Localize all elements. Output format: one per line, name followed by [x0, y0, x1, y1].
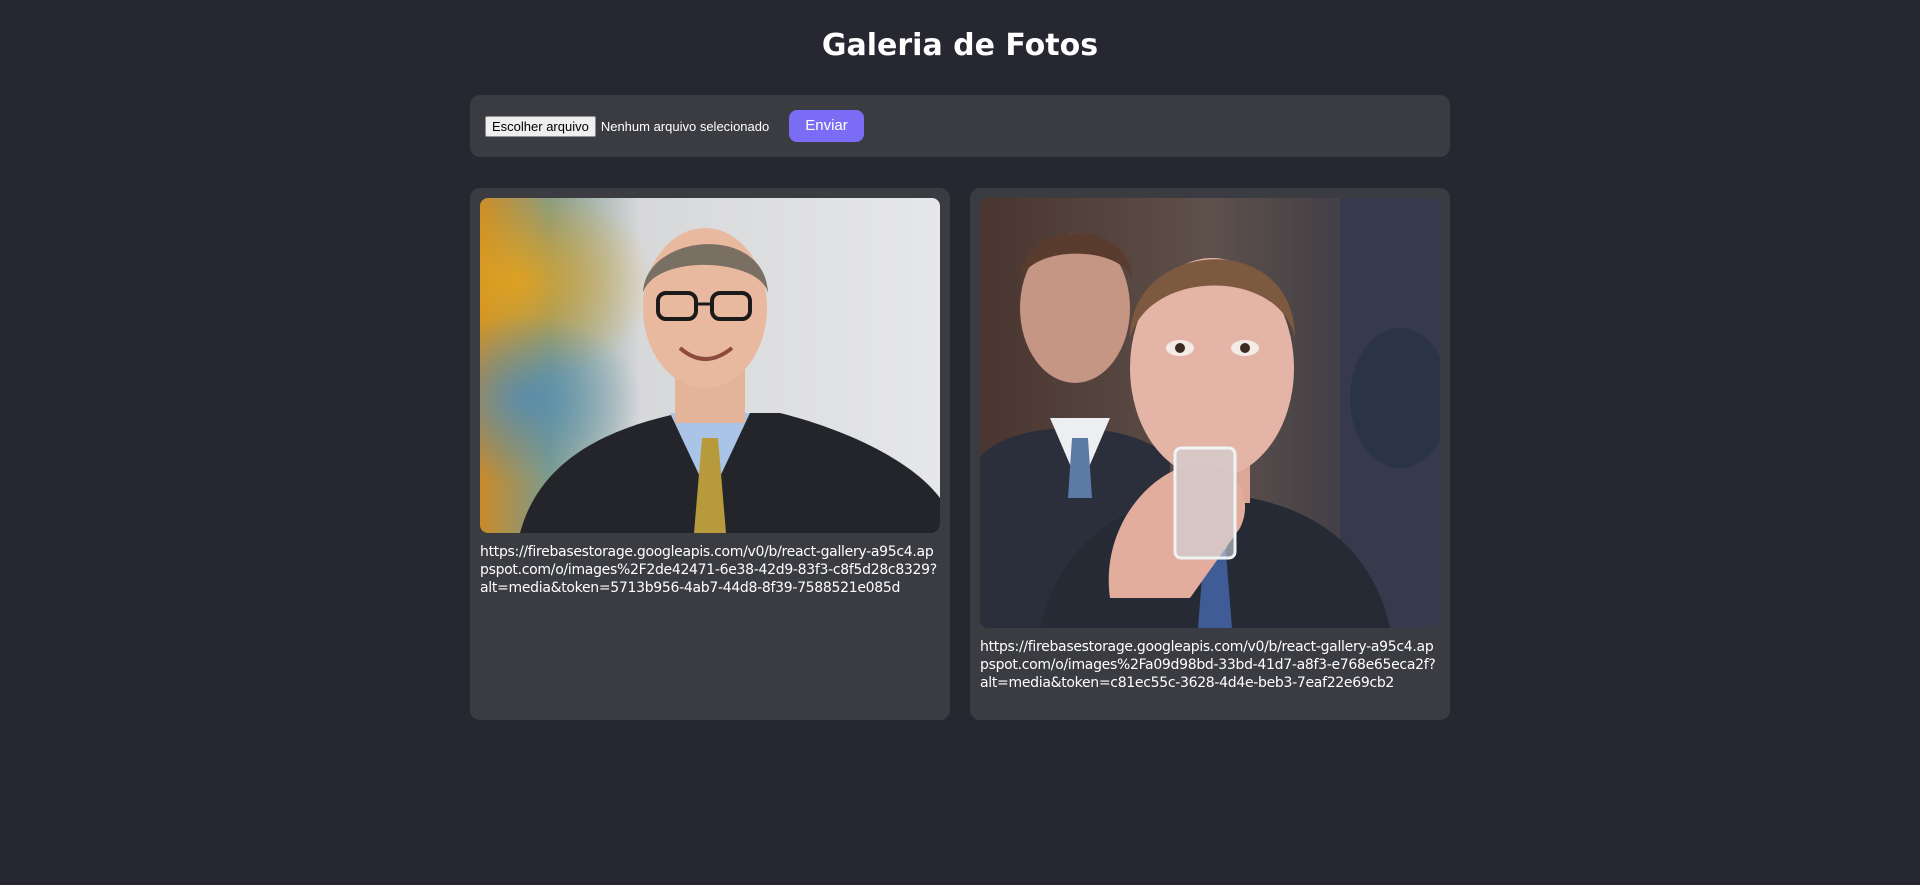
- gallery-card: https://firebasestorage.googleapis.com/v…: [970, 188, 1450, 720]
- page-title: Galeria de Fotos: [821, 28, 1099, 63]
- gallery-page: Galeria de Fotos Escolher arquivo Nenhum…: [0, 0, 1920, 885]
- gallery-card: https://firebasestorage.googleapis.com/v…: [470, 188, 950, 720]
- gallery-photo[interactable]: [980, 198, 1440, 628]
- choose-file-button[interactable]: Escolher arquivo: [485, 115, 596, 137]
- file-status-text: Nenhum arquivo selecionado: [600, 118, 770, 134]
- photo-url-text: https://firebasestorage.googleapis.com/v…: [480, 544, 937, 596]
- photo-url-text: https://firebasestorage.googleapis.com/v…: [980, 639, 1436, 691]
- send-button[interactable]: Enviar: [789, 110, 864, 142]
- gallery-photo[interactable]: [480, 198, 940, 533]
- upload-form: Escolher arquivo Nenhum arquivo selecion…: [470, 95, 1450, 157]
